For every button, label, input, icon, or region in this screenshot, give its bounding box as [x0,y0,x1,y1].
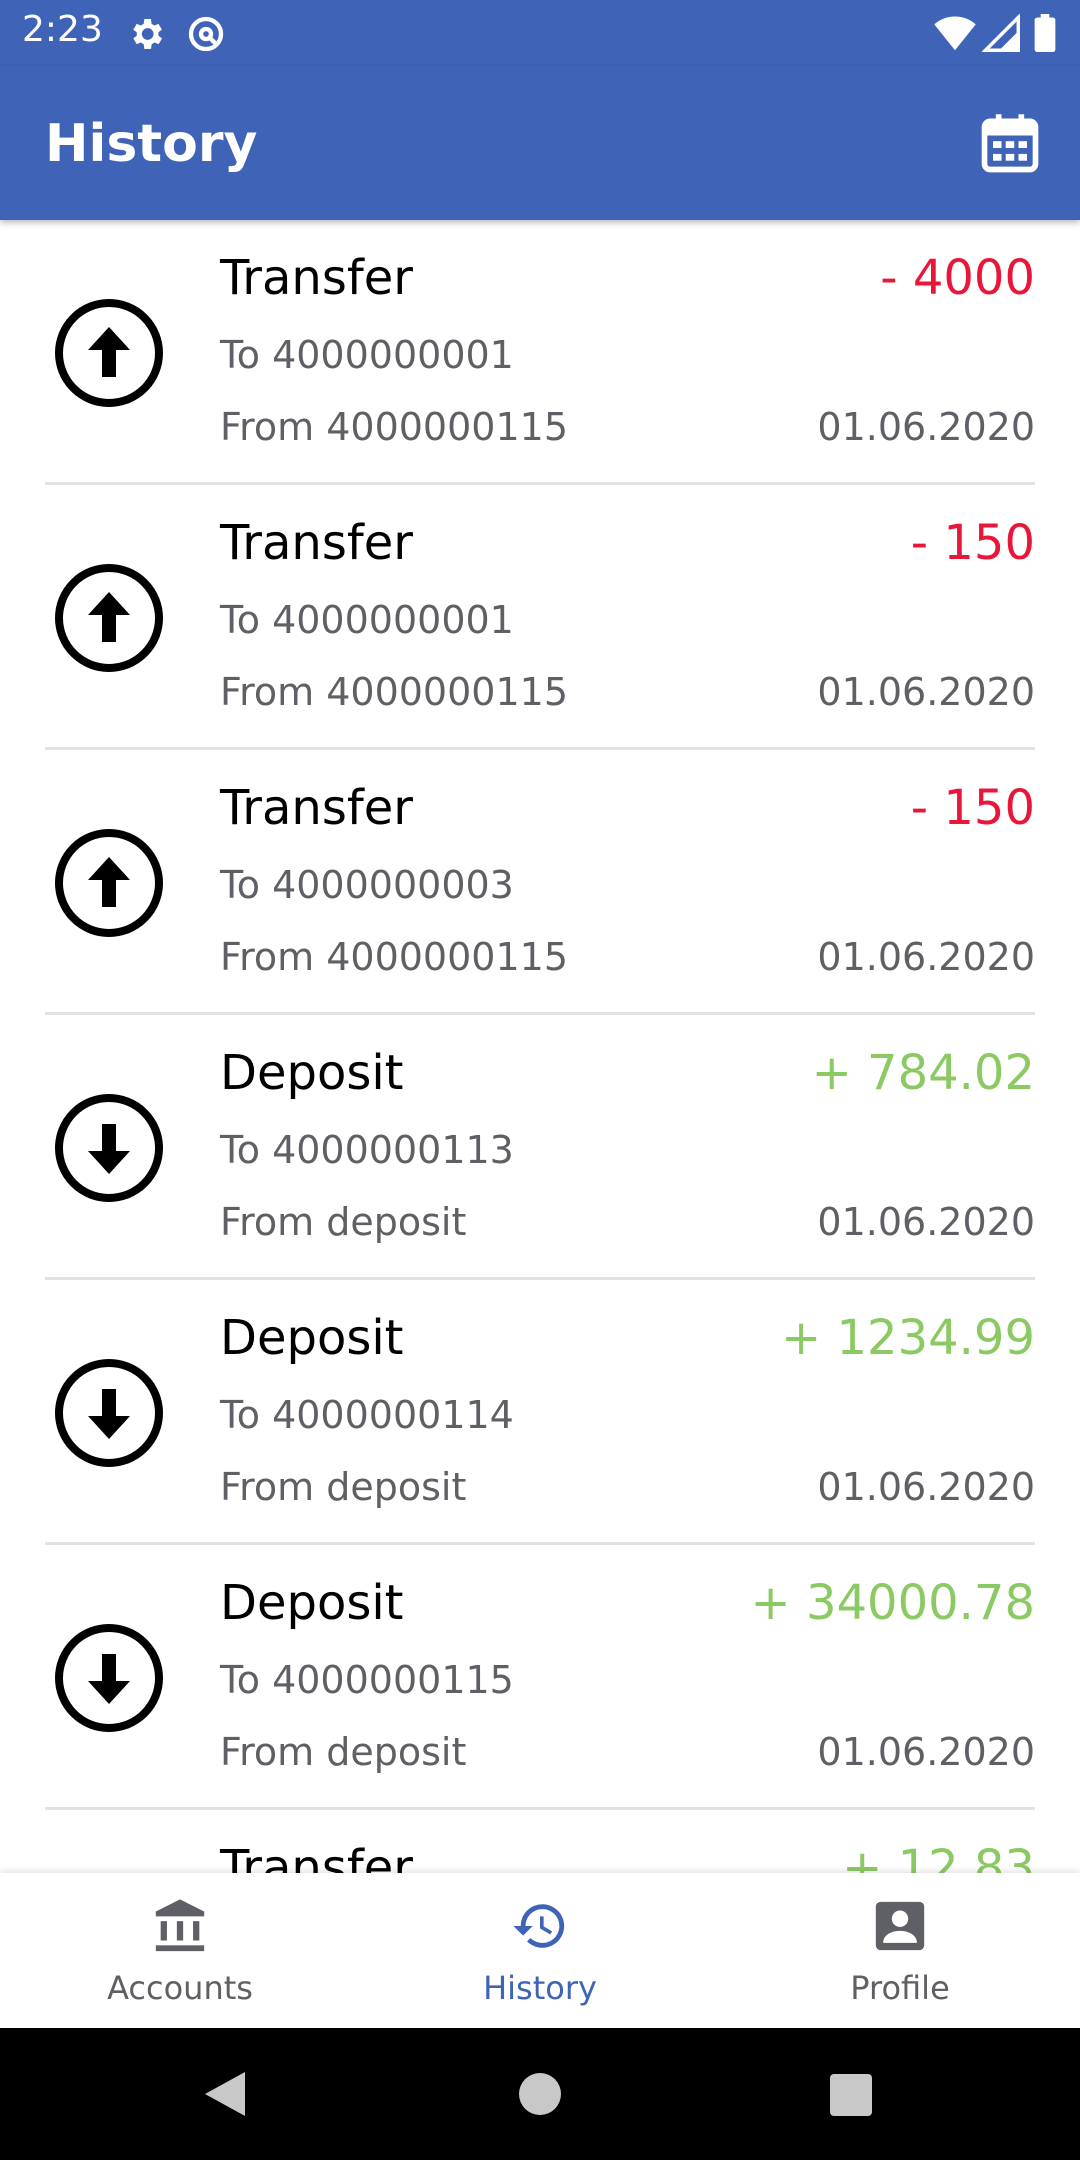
transaction-type: Transfer [220,1840,414,1873]
transaction-to: To 4000000114 [220,1393,514,1437]
nav-accounts[interactable]: Accounts [0,1873,360,2028]
transaction-to: To 4000000001 [220,598,514,642]
transaction-from: From 4000000115 [220,935,568,979]
transaction-row[interactable]: Transfer - 150 To 4000000003 From 400000… [0,750,1080,1015]
history-icon [513,1904,565,1948]
transaction-date: 01.06.2020 [817,1465,1035,1509]
transaction-row[interactable]: Deposit + 784.02 To 4000000113 From depo… [0,1015,1080,1280]
transaction-row[interactable]: Deposit + 1234.99 To 4000000114 From dep… [0,1280,1080,1545]
transaction-amount: + 12.83 [842,1840,1035,1873]
profile-icon [875,1901,925,1951]
transaction-row[interactable]: Transfer - 4000 To 4000000001 From 40000… [0,220,1080,485]
transaction-amount: - 150 [910,515,1035,571]
nav-label: Profile [850,1969,950,2007]
battery-icon [1034,14,1056,56]
transaction-to: To 4000000001 [220,333,514,377]
transaction-from: From 4000000115 [220,405,568,449]
transaction-type: Deposit [220,1575,404,1631]
transaction-amount: + 1234.99 [781,1310,1035,1366]
signal-icon [981,13,1020,56]
home-icon[interactable] [518,2072,562,2116]
transaction-list[interactable]: Transfer - 4000 To 4000000001 From 40000… [0,220,1080,1873]
transaction-date: 01.06.2020 [817,935,1035,979]
status-time: 2:23 [22,9,103,50]
transaction-to: To 4000000115 [220,1658,514,1702]
transaction-row[interactable]: Transfer - 150 To 4000000001 From 400000… [0,485,1080,750]
transaction-from: From deposit [220,1730,467,1774]
transaction-amount: - 150 [910,780,1035,836]
transaction-row[interactable]: Deposit + 34000.78 To 4000000115 From de… [0,1545,1080,1810]
transaction-from: From deposit [220,1200,467,1244]
page-title: History [45,114,258,174]
at-sign-icon [186,14,226,58]
transaction-date: 01.06.2020 [817,405,1035,449]
transaction-row[interactable]: Transfer + 12.83 [0,1810,1080,1873]
transaction-amount: + 34000.78 [750,1575,1035,1631]
nav-profile[interactable]: Profile [720,1873,1080,2028]
nav-label: History [483,1969,597,2007]
transaction-amount: + 784.02 [811,1045,1035,1101]
calendar-icon [981,114,1039,173]
back-icon[interactable] [203,2070,247,2118]
nav-label: Accounts [107,1969,253,2007]
arrow-down-circle-icon [55,1624,163,1732]
transaction-type: Transfer [220,250,414,306]
arrow-up-circle-icon [55,564,163,672]
gear-icon [126,14,166,58]
transaction-type: Deposit [220,1310,404,1366]
transaction-type: Transfer [220,780,414,836]
bottom-navigation: Accounts History Profile [0,1873,1080,2028]
transaction-from: From deposit [220,1465,467,1509]
transaction-date: 01.06.2020 [817,670,1035,714]
transaction-to: To 4000000113 [220,1128,514,1172]
transaction-date: 01.06.2020 [817,1200,1035,1244]
nav-history[interactable]: History [360,1873,720,2028]
bank-icon [155,1899,205,1952]
transaction-to: To 4000000003 [220,863,514,907]
arrow-up-circle-icon [55,299,163,407]
system-navigation-bar [0,2028,1080,2160]
transaction-from: From 4000000115 [220,670,568,714]
transaction-date: 01.06.2020 [817,1730,1035,1774]
arrow-down-circle-icon [55,1094,163,1202]
arrow-up-circle-icon [55,829,163,937]
transaction-type: Deposit [220,1045,404,1101]
app-bar: History [0,66,1080,220]
transaction-type: Transfer [220,515,414,571]
arrow-down-circle-icon [55,1359,163,1467]
wifi-icon [934,14,976,56]
transaction-amount: - 4000 [880,250,1035,306]
calendar-button[interactable] [976,110,1044,178]
status-bar: 2:23 [0,0,1080,66]
recents-icon[interactable] [830,2074,872,2116]
